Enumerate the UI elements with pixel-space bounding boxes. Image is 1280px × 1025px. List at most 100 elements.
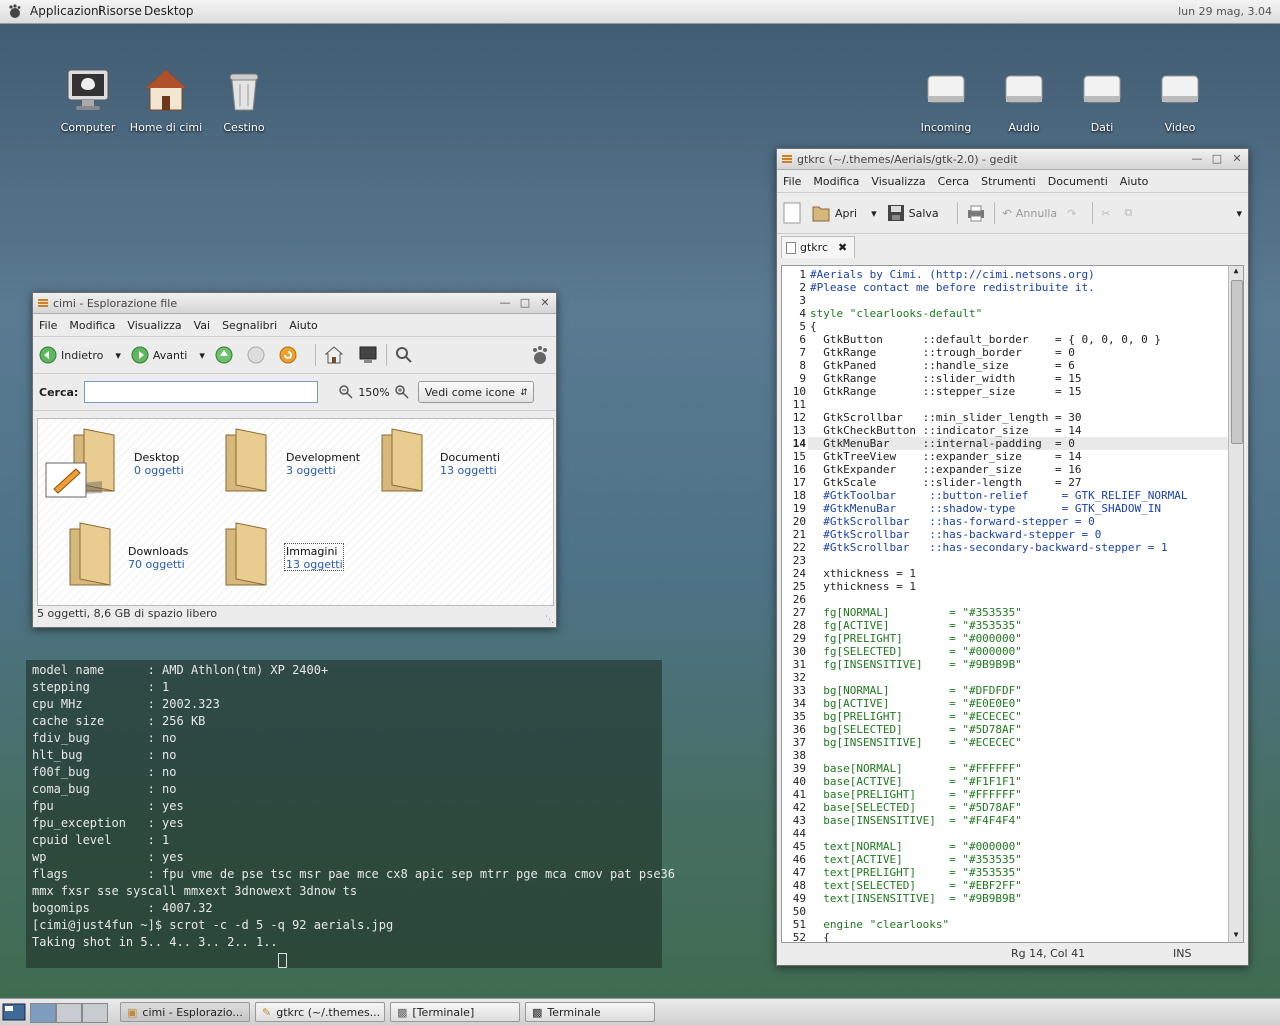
line-number: 50 xyxy=(792,905,806,918)
gnome-foot-icon[interactable] xyxy=(6,3,22,19)
desktop-icon-audio[interactable]: Audio xyxy=(984,66,1064,134)
copy-icon[interactable]: ⧉ xyxy=(1125,206,1133,220)
minimize-icon[interactable]: — xyxy=(498,296,512,310)
scroll-up-icon[interactable]: ▲ xyxy=(1230,266,1242,278)
icon-view[interactable]: Desktop 0 oggetti Development 3 oggetti … xyxy=(37,418,554,606)
menu-applicazioni[interactable]: Applicazioni xyxy=(30,4,102,18)
workspace-3[interactable] xyxy=(82,1003,108,1023)
menu-strumenti[interactable]: Strumenti xyxy=(981,175,1036,188)
code-line: GtkRange ::trough_border = 0 xyxy=(810,346,1075,359)
folder-item[interactable]: Desktop 0 oggetti xyxy=(44,423,214,498)
clock[interactable]: lun 29 mag, 3.04 xyxy=(1178,5,1272,18)
print-icon[interactable] xyxy=(966,204,986,222)
terminal-line: coma_bug : no xyxy=(32,782,177,796)
line-number: 45 xyxy=(792,840,806,853)
up-arrow-icon[interactable] xyxy=(215,346,233,364)
folder-item[interactable]: Development 3 oggetti xyxy=(216,423,386,495)
redo-icon[interactable]: ↷ xyxy=(1067,207,1076,220)
workspace-2[interactable] xyxy=(56,1003,82,1023)
folder-item[interactable]: Downloads 70 oggetti xyxy=(60,517,230,589)
scrollbar-thumb[interactable] xyxy=(1231,280,1243,444)
chevron-down-icon[interactable]: ▾ xyxy=(1236,207,1242,220)
menu-vai[interactable]: Vai xyxy=(194,319,210,332)
task-file-manager[interactable]: ▣ cimi - Esplorazio... xyxy=(120,1002,250,1022)
resize-grip-icon[interactable]: ⋱ xyxy=(545,615,554,625)
terminal-line: stepping : 1 xyxy=(32,680,170,694)
desktop-icon-incoming[interactable]: Incoming xyxy=(906,66,986,134)
chevron-down-icon[interactable]: ▾ xyxy=(871,207,877,220)
view-mode-select[interactable]: Vedi come icone ⇵ xyxy=(417,381,534,403)
code-line: #GtkToolbar ::button-relief = GTK_RELIEF… xyxy=(810,489,1188,502)
zoom-out-icon[interactable] xyxy=(338,384,354,400)
search-input[interactable] xyxy=(84,381,319,403)
workspace-1[interactable] xyxy=(30,1003,56,1023)
line-number: 14 xyxy=(792,437,806,450)
window-menu-icon[interactable] xyxy=(781,153,793,165)
vertical-scrollbar[interactable]: ▲ ▼ xyxy=(1228,266,1243,942)
chevron-down-icon[interactable]: ▾ xyxy=(115,349,121,362)
tab-gtkrc[interactable]: gtkrc ✖ xyxy=(781,236,855,258)
titlebar[interactable]: cimi - Esplorazione file — □ ✕ xyxy=(33,293,556,314)
stop-icon[interactable] xyxy=(247,346,265,364)
text-editor[interactable]: 1 2 3 4 5 6 7 8 9 10 11 12 13 14 15 16 17 18 19 20 21 22 23 24 2… xyxy=(781,265,1244,943)
menu-visualizza[interactable]: Visualizza xyxy=(127,319,181,332)
task-terminal[interactable]: ▩ Terminale xyxy=(525,1002,655,1022)
code-line: { xyxy=(810,931,830,943)
open-button[interactable]: Apri ▾ xyxy=(811,203,877,223)
line-number: 34 xyxy=(792,697,806,710)
folder-icon xyxy=(45,428,115,498)
task-terminal-minimized[interactable]: ▩ [Terminale] xyxy=(390,1002,520,1022)
line-number: 13 xyxy=(792,424,806,437)
menu-file[interactable]: File xyxy=(783,175,801,188)
search-icon[interactable] xyxy=(395,346,413,364)
zoom-in-icon[interactable] xyxy=(394,384,410,400)
folder-item[interactable]: Immagini 13 oggetti xyxy=(216,517,386,589)
menu-aiuto[interactable]: Aiuto xyxy=(1120,175,1149,188)
titlebar[interactable]: gtkrc (~/.themes/Aerials/gtk-2.0) - gedi… xyxy=(777,149,1248,170)
maximize-icon[interactable]: □ xyxy=(518,296,532,310)
scroll-down-icon[interactable]: ▼ xyxy=(1230,930,1242,942)
menu-aiuto[interactable]: Aiuto xyxy=(289,319,318,332)
maximize-icon[interactable]: □ xyxy=(1210,152,1224,166)
window-menu-icon[interactable] xyxy=(37,297,49,309)
menu-modifica[interactable]: Modifica xyxy=(813,175,859,188)
cut-icon[interactable]: ✂ xyxy=(1101,207,1110,220)
menu-documenti[interactable]: Documenti xyxy=(1048,175,1108,188)
task-gedit[interactable]: ✎ gtkrc (~/.themes... xyxy=(255,1002,385,1022)
desktop-icon-video[interactable]: Video xyxy=(1140,66,1220,134)
forward-button[interactable]: Avanti ▾ xyxy=(131,346,205,364)
back-button[interactable]: Indietro ▾ xyxy=(39,346,121,364)
zoom-level[interactable]: 150% xyxy=(358,386,389,399)
menu-cerca[interactable]: Cerca xyxy=(938,175,970,188)
menu-risorse[interactable]: Risorse xyxy=(98,4,142,18)
terminal-window[interactable]: model name : AMD Athlon(tm) XP 2400+ step… xyxy=(26,660,675,968)
desktop-icon-computer[interactable]: Computer xyxy=(48,66,128,134)
chevron-down-icon[interactable]: ▾ xyxy=(199,349,205,362)
home-icon[interactable] xyxy=(324,345,344,365)
menu-file[interactable]: File xyxy=(39,319,57,332)
folder-name: Immagini xyxy=(286,545,338,558)
menu-desktop[interactable]: Desktop xyxy=(144,4,194,18)
new-document-icon[interactable] xyxy=(783,202,801,224)
desktop-icon-trash[interactable]: Cestino xyxy=(204,66,284,134)
desktop-icon-home[interactable]: Home di cimi xyxy=(126,66,206,134)
line-number: 3 xyxy=(799,294,806,307)
desktop-icon-dati[interactable]: Dati xyxy=(1062,66,1142,134)
folder-item[interactable]: Documenti 13 oggetti xyxy=(372,423,542,495)
close-tab-icon[interactable]: ✖ xyxy=(838,241,847,254)
line-number: 23 xyxy=(792,554,806,567)
computer-icon[interactable] xyxy=(358,345,378,365)
close-icon[interactable]: ✕ xyxy=(538,296,552,310)
close-icon[interactable]: ✕ xyxy=(1230,152,1244,166)
reload-icon[interactable] xyxy=(279,346,297,364)
save-label: Salva xyxy=(908,206,939,220)
tab-label: gtkrc xyxy=(800,241,828,254)
menu-segnalibri[interactable]: Segnalibri xyxy=(222,319,277,332)
save-button[interactable]: Salva xyxy=(887,204,939,222)
menu-modifica[interactable]: Modifica xyxy=(69,319,115,332)
show-desktop-icon[interactable] xyxy=(2,1003,26,1021)
code-line: base[NORMAL] = "#FFFFFF" xyxy=(810,762,1022,775)
menu-visualizza[interactable]: Visualizza xyxy=(871,175,925,188)
minimize-icon[interactable]: — xyxy=(1190,152,1204,166)
undo-button[interactable]: ↶ Annulla xyxy=(1003,207,1058,220)
